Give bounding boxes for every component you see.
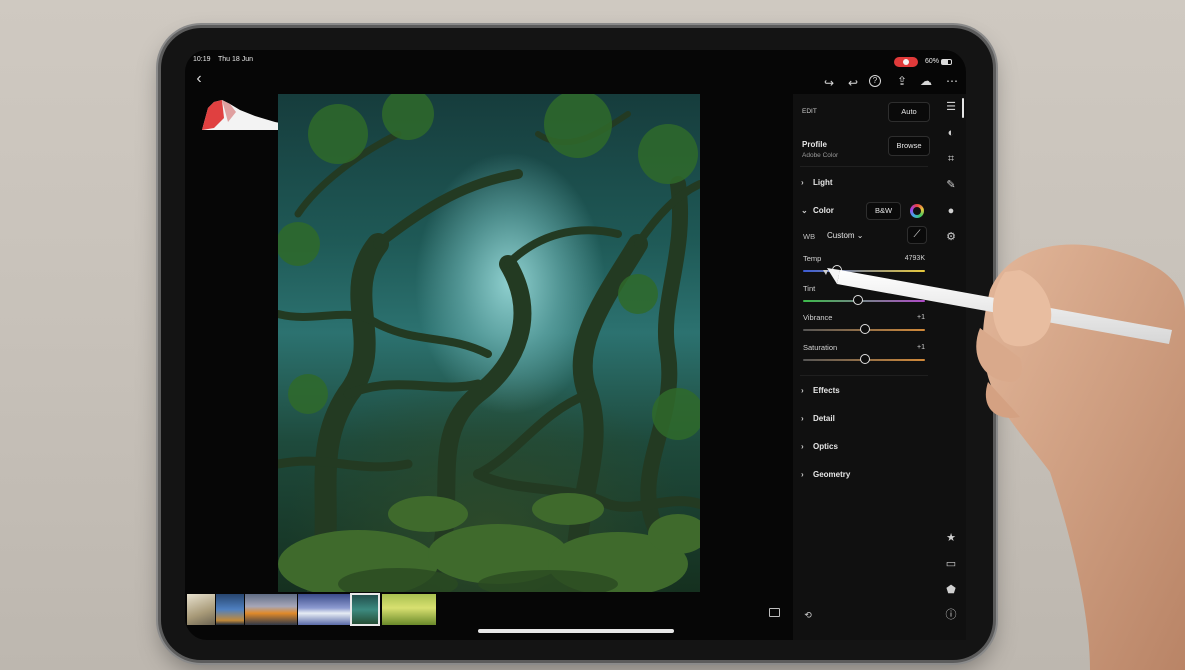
selective-icon[interactable]: ◐: [943, 126, 959, 140]
undo-icon[interactable]: ↩: [845, 76, 861, 90]
record-icon: [903, 59, 909, 65]
filmstrip-thumb[interactable]: [187, 594, 215, 625]
profile-value[interactable]: Adobe Color: [802, 152, 838, 159]
filmstrip-thumb[interactable]: [382, 594, 436, 625]
chevron-down-icon: ⌄: [801, 206, 808, 215]
help-icon[interactable]: ?: [869, 75, 881, 87]
brush-icon[interactable]: ✎: [943, 178, 959, 192]
more-icon[interactable]: ⋯: [944, 74, 960, 88]
crop-icon[interactable]: ⌗: [943, 152, 959, 166]
sliders-icon[interactable]: ☰: [943, 100, 959, 114]
section-light[interactable]: › Light: [801, 178, 833, 187]
wb-label: WB: [803, 232, 816, 241]
chevron-right-icon: ›: [801, 178, 804, 187]
reset-icon[interactable]: ⟲: [800, 608, 816, 622]
slider-label-tint: Tint: [803, 284, 816, 293]
main-photo[interactable]: [278, 94, 700, 592]
filmstrip-thumb-selected[interactable]: [350, 593, 380, 626]
status-time: 10:19: [193, 56, 211, 63]
section-light-label: Light: [813, 178, 833, 187]
tool-active-indicator: [962, 98, 964, 118]
share-icon[interactable]: ⇪: [894, 74, 910, 88]
chevron-right-icon: ›: [801, 414, 804, 423]
slider-label-temp: Temp: [803, 254, 822, 263]
color-mixer-icon[interactable]: [910, 204, 924, 218]
recording-badge: [894, 57, 918, 67]
filmstrip-thumb[interactable]: [245, 594, 297, 625]
bw-button[interactable]: B&W: [866, 202, 901, 220]
hand-with-pencil: [823, 244, 1185, 670]
auto-button[interactable]: Auto: [888, 102, 930, 122]
filmstrip-thumb[interactable]: [216, 594, 244, 625]
chevron-right-icon: ›: [801, 442, 804, 451]
edit-label: EDIT: [802, 108, 817, 115]
redo-icon[interactable]: ↪: [821, 76, 837, 90]
battery-icon: [941, 59, 952, 65]
panel-divider: [800, 166, 928, 167]
forest-photo-image: [278, 94, 700, 592]
battery-percent: 60%: [925, 58, 940, 65]
mask-icon[interactable]: ●: [943, 204, 959, 218]
chevron-right-icon: ›: [801, 470, 804, 479]
cloud-sync-icon[interactable]: ☁: [918, 74, 934, 88]
profile-label: Profile: [802, 140, 827, 149]
chevron-right-icon: ›: [801, 386, 804, 395]
browse-button[interactable]: Browse: [888, 136, 930, 156]
home-indicator: [478, 629, 674, 633]
status-date: Thu 18 Jun: [218, 56, 254, 63]
filmstrip-view-icon[interactable]: [769, 608, 780, 617]
section-color-label: Color: [813, 206, 834, 215]
filmstrip-thumb[interactable]: [298, 594, 350, 625]
section-color[interactable]: ⌄ Color: [801, 206, 834, 215]
back-chevron-icon[interactable]: ‹: [191, 71, 207, 87]
